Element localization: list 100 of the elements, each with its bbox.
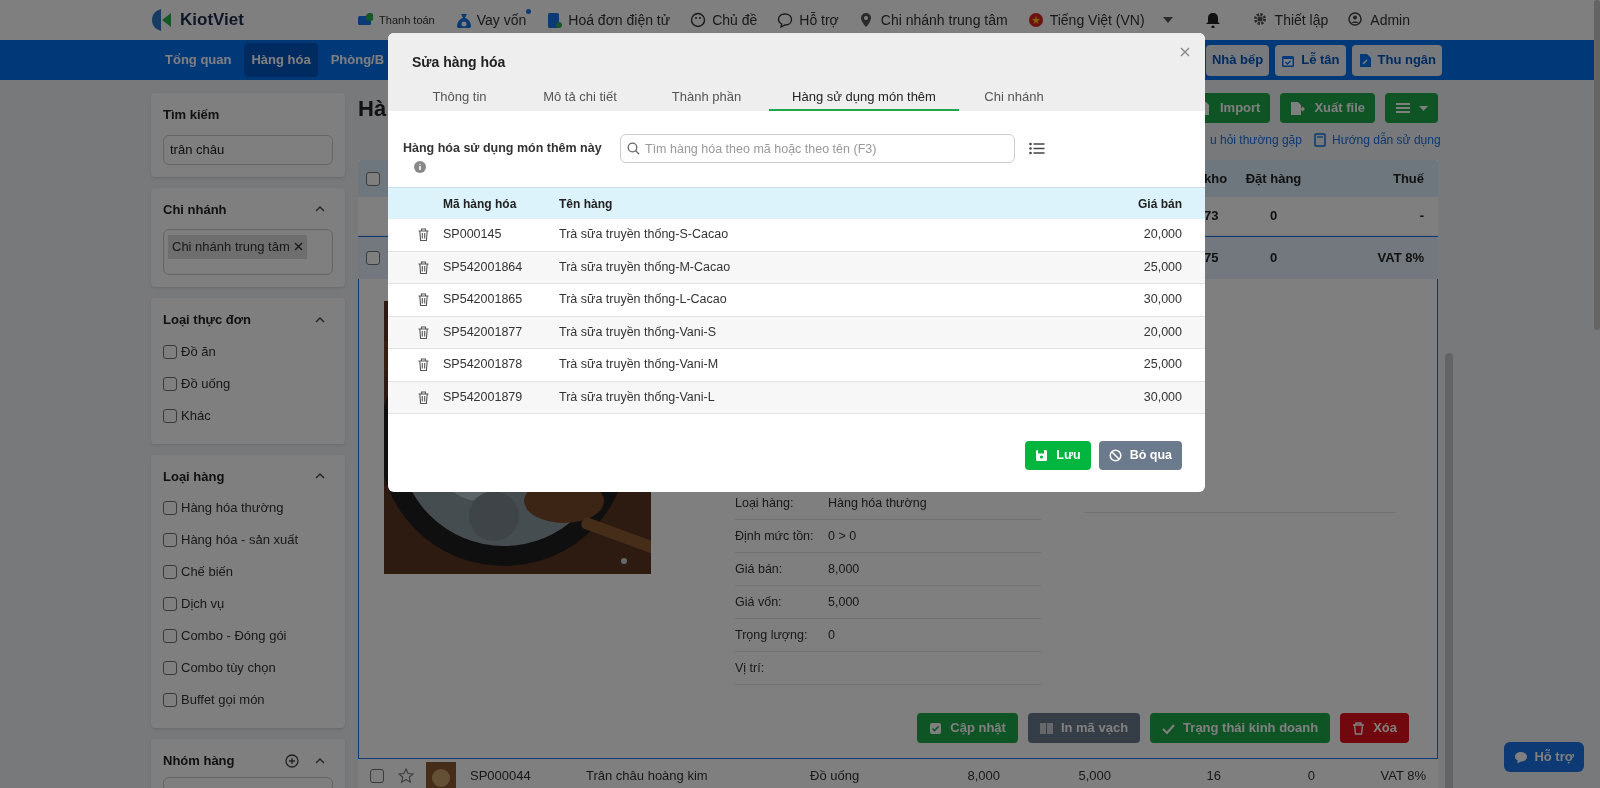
modal-title: Sửa hàng hóa <box>412 53 507 72</box>
filter-title: Loại thực đơn <box>163 311 251 329</box>
field-value: 5,000 <box>828 593 860 611</box>
table-cell-text: Trà sữa truyền thống-L-Cacao <box>559 291 728 309</box>
table-cell-text: 5,000 <box>1077 767 1111 786</box>
action-button[interactable]: In mã vạch <box>1027 713 1141 743</box>
table-cell-text: SP000145 <box>443 226 503 244</box>
top-bar-link[interactable]: Chi nhánh trung tâm <box>858 0 1008 40</box>
logo-text: KiotViet <box>180 9 244 32</box>
table-cell-text: SP542001865 <box>443 291 524 309</box>
modal-button[interactable]: Bỏ qua <box>1098 441 1182 470</box>
top-bar-link[interactable]: Chủ đề <box>690 0 758 40</box>
table-cell-text: 16 <box>1205 767 1221 786</box>
tag-field[interactable]: Chi nhánh trung tâm <box>163 229 333 275</box>
modal-tab[interactable]: Thành phần <box>644 87 769 111</box>
table-cell-text: 0 <box>1306 767 1315 786</box>
nav-tab[interactable]: Hàng hóa <box>244 43 318 77</box>
table-cell-text: Trà sữa truyền thống-Vani-L <box>559 388 716 406</box>
table-cell-text: Trà sữa truyền thống-Vani-M <box>559 356 720 374</box>
modal-tab[interactable]: Thông tin <box>403 87 516 111</box>
checkbox-label: Đồ ăn <box>181 342 216 361</box>
field-label: Hàng hóa sử dụng món thêm này <box>403 140 603 157</box>
filter-title: Chi nhánh <box>163 200 227 219</box>
help-link[interactable]: Hướng dẫn sử dụng <box>1313 131 1441 149</box>
table-cell-text: Trà sữa truyền thống-M-Cacao <box>559 258 732 276</box>
modal-tab[interactable]: Chi nhánh <box>959 87 1069 111</box>
column-header: Đặt hàng <box>1244 169 1303 188</box>
nav-button[interactable]: Lễ tân <box>1275 44 1346 76</box>
table-cell-text: SP542001877 <box>443 323 524 341</box>
column-header: kho <box>1203 169 1229 188</box>
column-header: Tên hàng <box>559 195 614 213</box>
table-cell-text: 25,000 <box>1142 258 1182 276</box>
checkbox-label: Đồ uống <box>181 374 231 393</box>
help-link[interactable]: u hỏi thường gặp <box>1210 131 1302 149</box>
table-cell-text: 0 <box>1268 249 1279 268</box>
column-header: Giá bán <box>1137 195 1182 213</box>
field-label: Trọng lượng: <box>735 626 809 644</box>
field-label: Định mức tồn: <box>735 527 815 545</box>
checkbox-label: Combo tùy chọn <box>181 659 276 678</box>
search-field[interactable]: Tìm hàng hóa theo mã hoặc theo tên (F3) <box>620 134 1015 163</box>
table-cell-text: SP542001864 <box>443 258 524 276</box>
top-bar-link[interactable]: Thanh toán <box>357 0 435 40</box>
field-value: 8,000 <box>828 560 860 578</box>
top-bar-link[interactable]: Thiết lập <box>1252 0 1329 40</box>
field-label: Vị trí: <box>735 659 766 677</box>
table-cell-text: 8,000 <box>966 767 1000 786</box>
field-value: 0 <box>828 626 835 644</box>
modal-tab[interactable]: Hàng sử dụng món thêm <box>769 87 959 111</box>
table-cell-text: SP000044 <box>470 767 532 786</box>
field-value: Hàng hóa thường <box>828 494 927 512</box>
checkbox-label: Buffet gọi món <box>181 691 265 710</box>
table-cell-text: 0 <box>1268 207 1279 226</box>
table-cell-text: 20,000 <box>1142 226 1182 244</box>
nav-button[interactable]: Nhà bếp <box>1205 44 1270 76</box>
checkbox-label: Chế biến <box>181 563 234 582</box>
field-label: Giá bán: <box>735 560 784 578</box>
column-header: Thuế <box>1391 169 1425 188</box>
table-cell-text: Trà sữa truyền thống-S-Cacao <box>559 226 730 244</box>
toolbar-button[interactable]: Xuất file <box>1280 93 1375 123</box>
field-label: Giá vốn: <box>735 593 783 611</box>
action-button[interactable]: Trạng thái kinh doanh <box>1150 713 1331 743</box>
table-cell-text: 75 <box>1203 249 1220 268</box>
table-cell-text: Đồ uống <box>810 767 861 786</box>
action-button[interactable]: Cập nhật <box>917 713 1018 743</box>
table-cell-text: 20,000 <box>1142 323 1182 341</box>
table-cell-text: 30,000 <box>1142 388 1182 406</box>
table-cell-text: VAT 8% <box>1376 249 1425 268</box>
table-cell-text: Trân châu hoàng kim <box>586 767 709 786</box>
checkbox-label: Khác <box>181 406 211 425</box>
table-cell-text: Trà sữa truyền thống-Vani-S <box>559 323 718 341</box>
checkbox-label: Hàng hóa - sản xuất <box>181 531 299 550</box>
table-cell-text: 25,000 <box>1142 356 1182 374</box>
modal-button[interactable]: Lưu <box>1025 441 1091 470</box>
table-cell-text: SP542001878 <box>443 356 524 374</box>
table-cell-text: 73 <box>1203 207 1220 226</box>
top-bar-link[interactable]: Vay vốn <box>454 0 527 40</box>
filter-title: Tìm kiếm <box>163 106 221 124</box>
field-value: 0 > 0 <box>828 527 857 545</box>
branch-tag[interactable]: Chi nhánh trung tâm <box>168 235 307 259</box>
page-title: Hà <box>358 94 387 123</box>
help-button[interactable]: Hỗ trợ <box>1504 742 1584 772</box>
modal-tab[interactable]: Mô tả chi tiết <box>516 87 644 111</box>
top-bar-link[interactable]: Admin <box>1348 0 1410 40</box>
table-cell-text: 30,000 <box>1142 291 1182 309</box>
nav-button[interactable]: Thu ngân <box>1351 44 1442 76</box>
filter-title: Nhóm hàng <box>163 752 235 770</box>
table-cell-text: VAT 8% <box>1379 767 1426 786</box>
checkbox-label: Dịch vụ <box>181 595 225 614</box>
checkbox-label: Combo - Đóng gói <box>181 627 287 646</box>
search-field[interactable]: trân châu <box>163 134 333 165</box>
table-cell-text: SP542001879 <box>443 388 524 406</box>
table-cell-text: - <box>1418 207 1425 226</box>
nav-tab[interactable]: Tổng quan <box>158 43 239 77</box>
filter-title: Loại hàng <box>163 467 225 486</box>
nav-tab[interactable]: Phòng/B <box>323 43 392 77</box>
column-header: Mã hàng hóa <box>443 195 518 213</box>
top-bar-link[interactable]: Tiếng Việt (VN) <box>1027 0 1173 40</box>
checkbox-label: Hàng hóa thường <box>181 499 284 518</box>
top-bar-link[interactable]: Hoá đơn điện tử <box>546 0 671 40</box>
action-button[interactable]: Xóa <box>1340 713 1409 743</box>
